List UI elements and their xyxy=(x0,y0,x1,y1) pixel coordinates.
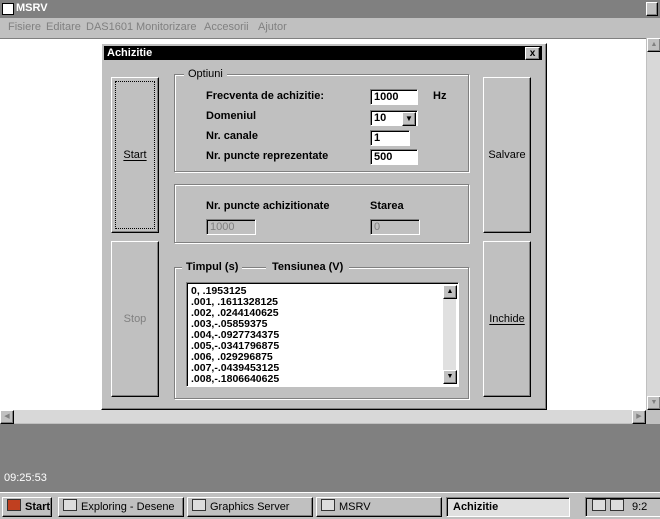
close-dialog-button-label: Inchide xyxy=(489,313,525,325)
menu-fisiere[interactable]: Fisiere xyxy=(8,21,41,33)
list-item[interactable]: .008,-.1806640625 xyxy=(191,374,279,385)
chevron-down-icon[interactable]: ▼ xyxy=(402,112,416,126)
window-icon xyxy=(321,499,335,511)
points-shown-label: Nr. puncte reprezentate xyxy=(206,150,329,162)
domain-label: Domeniul xyxy=(206,110,257,122)
dialog-close-button[interactable]: x xyxy=(525,47,540,60)
minimize-button[interactable]: _ xyxy=(646,2,658,16)
scroll-up-arrow-icon[interactable]: ▲ xyxy=(647,38,660,52)
acquired-points-field: 1000 xyxy=(206,219,256,235)
state-label: Starea xyxy=(370,200,404,212)
log-panel: 09:25:53 xyxy=(0,424,660,492)
acquired-points-label: Nr. puncte achizitionate xyxy=(206,200,330,212)
scroll-corner xyxy=(647,410,660,423)
points-shown-input[interactable]: 500 xyxy=(370,149,418,165)
stop-button[interactable]: Stop xyxy=(111,241,159,397)
task-label: Achizitie xyxy=(453,501,499,513)
task-label: MSRV xyxy=(339,501,371,513)
task-msrv[interactable]: MSRV xyxy=(316,497,442,517)
voltage-column-header: Tensiunea (V) xyxy=(266,261,350,273)
list-scroll-up-icon[interactable]: ▲ xyxy=(443,285,457,299)
main-window-titlebar: MSRV _ xyxy=(0,0,660,18)
menu-ajutor[interactable]: Ajutor xyxy=(258,21,287,33)
start-menu-button[interactable]: Start xyxy=(2,497,52,517)
explorer-icon xyxy=(63,499,77,511)
taskbar: Start Exploring - Desene Graphics Server… xyxy=(0,492,660,519)
menu-bar: Fisiere Editare DAS1601 Monitorizare Acc… xyxy=(0,20,660,36)
save-button-label: Salvare xyxy=(488,149,526,161)
task-exploring-desene[interactable]: Exploring - Desene xyxy=(58,497,184,517)
stop-button-label: Stop xyxy=(123,313,147,325)
dialog-titlebar: Achizitie x xyxy=(104,46,542,60)
start-menu-label: Start xyxy=(25,501,51,513)
time-column-header: Timpul (s) xyxy=(182,261,243,273)
task-graphics-server[interactable]: Graphics Server xyxy=(187,497,313,517)
vertical-scrollbar[interactable]: ▲ ▼ xyxy=(647,38,660,410)
scroll-right-arrow-icon[interactable]: ▶ xyxy=(632,410,646,424)
menu-accesorii[interactable]: Accesorii xyxy=(204,21,249,33)
start-button-label: Start xyxy=(123,149,147,161)
task-achizitie[interactable]: Achizitie xyxy=(446,497,570,517)
scroll-left-arrow-icon[interactable]: ◀ xyxy=(0,410,14,424)
graphics-server-icon xyxy=(192,499,206,511)
frequency-input[interactable]: 1000 xyxy=(370,89,418,105)
start-button[interactable]: Start xyxy=(111,77,159,233)
tray-clock: 9:2 xyxy=(632,501,648,513)
channels-input[interactable]: 1 xyxy=(370,130,410,146)
system-tray: 9:2 xyxy=(585,497,660,517)
menu-editare[interactable]: Editare xyxy=(46,21,81,33)
frequency-label: Frecventa de achizitie: xyxy=(206,90,324,102)
speaker-icon[interactable] xyxy=(610,499,624,511)
task-label: Exploring - Desene xyxy=(81,501,175,513)
options-group-label: Optiuni xyxy=(184,68,227,80)
frequency-unit: Hz xyxy=(433,90,447,102)
list-scroll-down-icon[interactable]: ▼ xyxy=(443,370,457,384)
listbox-scrollbar[interactable]: ▲ ▼ xyxy=(443,285,457,384)
channels-label: Nr. canale xyxy=(206,130,258,142)
domain-select-value: 10 xyxy=(374,112,387,124)
save-button[interactable]: Salvare xyxy=(483,77,531,233)
task-label: Graphics Server xyxy=(210,501,290,513)
close-dialog-button[interactable]: Inchide xyxy=(483,241,531,397)
state-field: 0 xyxy=(370,219,420,235)
dialog-title: Achizitie xyxy=(107,47,153,59)
log-timestamp: 09:25:53 xyxy=(4,472,47,484)
horizontal-scrollbar[interactable]: ◀ ▶ xyxy=(0,410,646,424)
network-icon[interactable] xyxy=(592,499,606,511)
data-listbox[interactable]: 0, .1953125 .001, .1611328125 .002, .024… xyxy=(186,282,459,387)
menu-das1601[interactable]: DAS1601 xyxy=(86,21,133,33)
menu-monitorizare[interactable]: Monitorizare xyxy=(136,21,197,33)
app-icon xyxy=(2,3,14,15)
acquisition-dialog: Achizitie x Start Stop Salvare Inchide O… xyxy=(101,43,547,410)
windows-logo-icon xyxy=(7,499,21,511)
domain-select[interactable]: 10 ▼ xyxy=(370,110,418,126)
main-window-title: MSRV xyxy=(16,2,48,14)
scroll-down-arrow-icon[interactable]: ▼ xyxy=(647,396,660,410)
